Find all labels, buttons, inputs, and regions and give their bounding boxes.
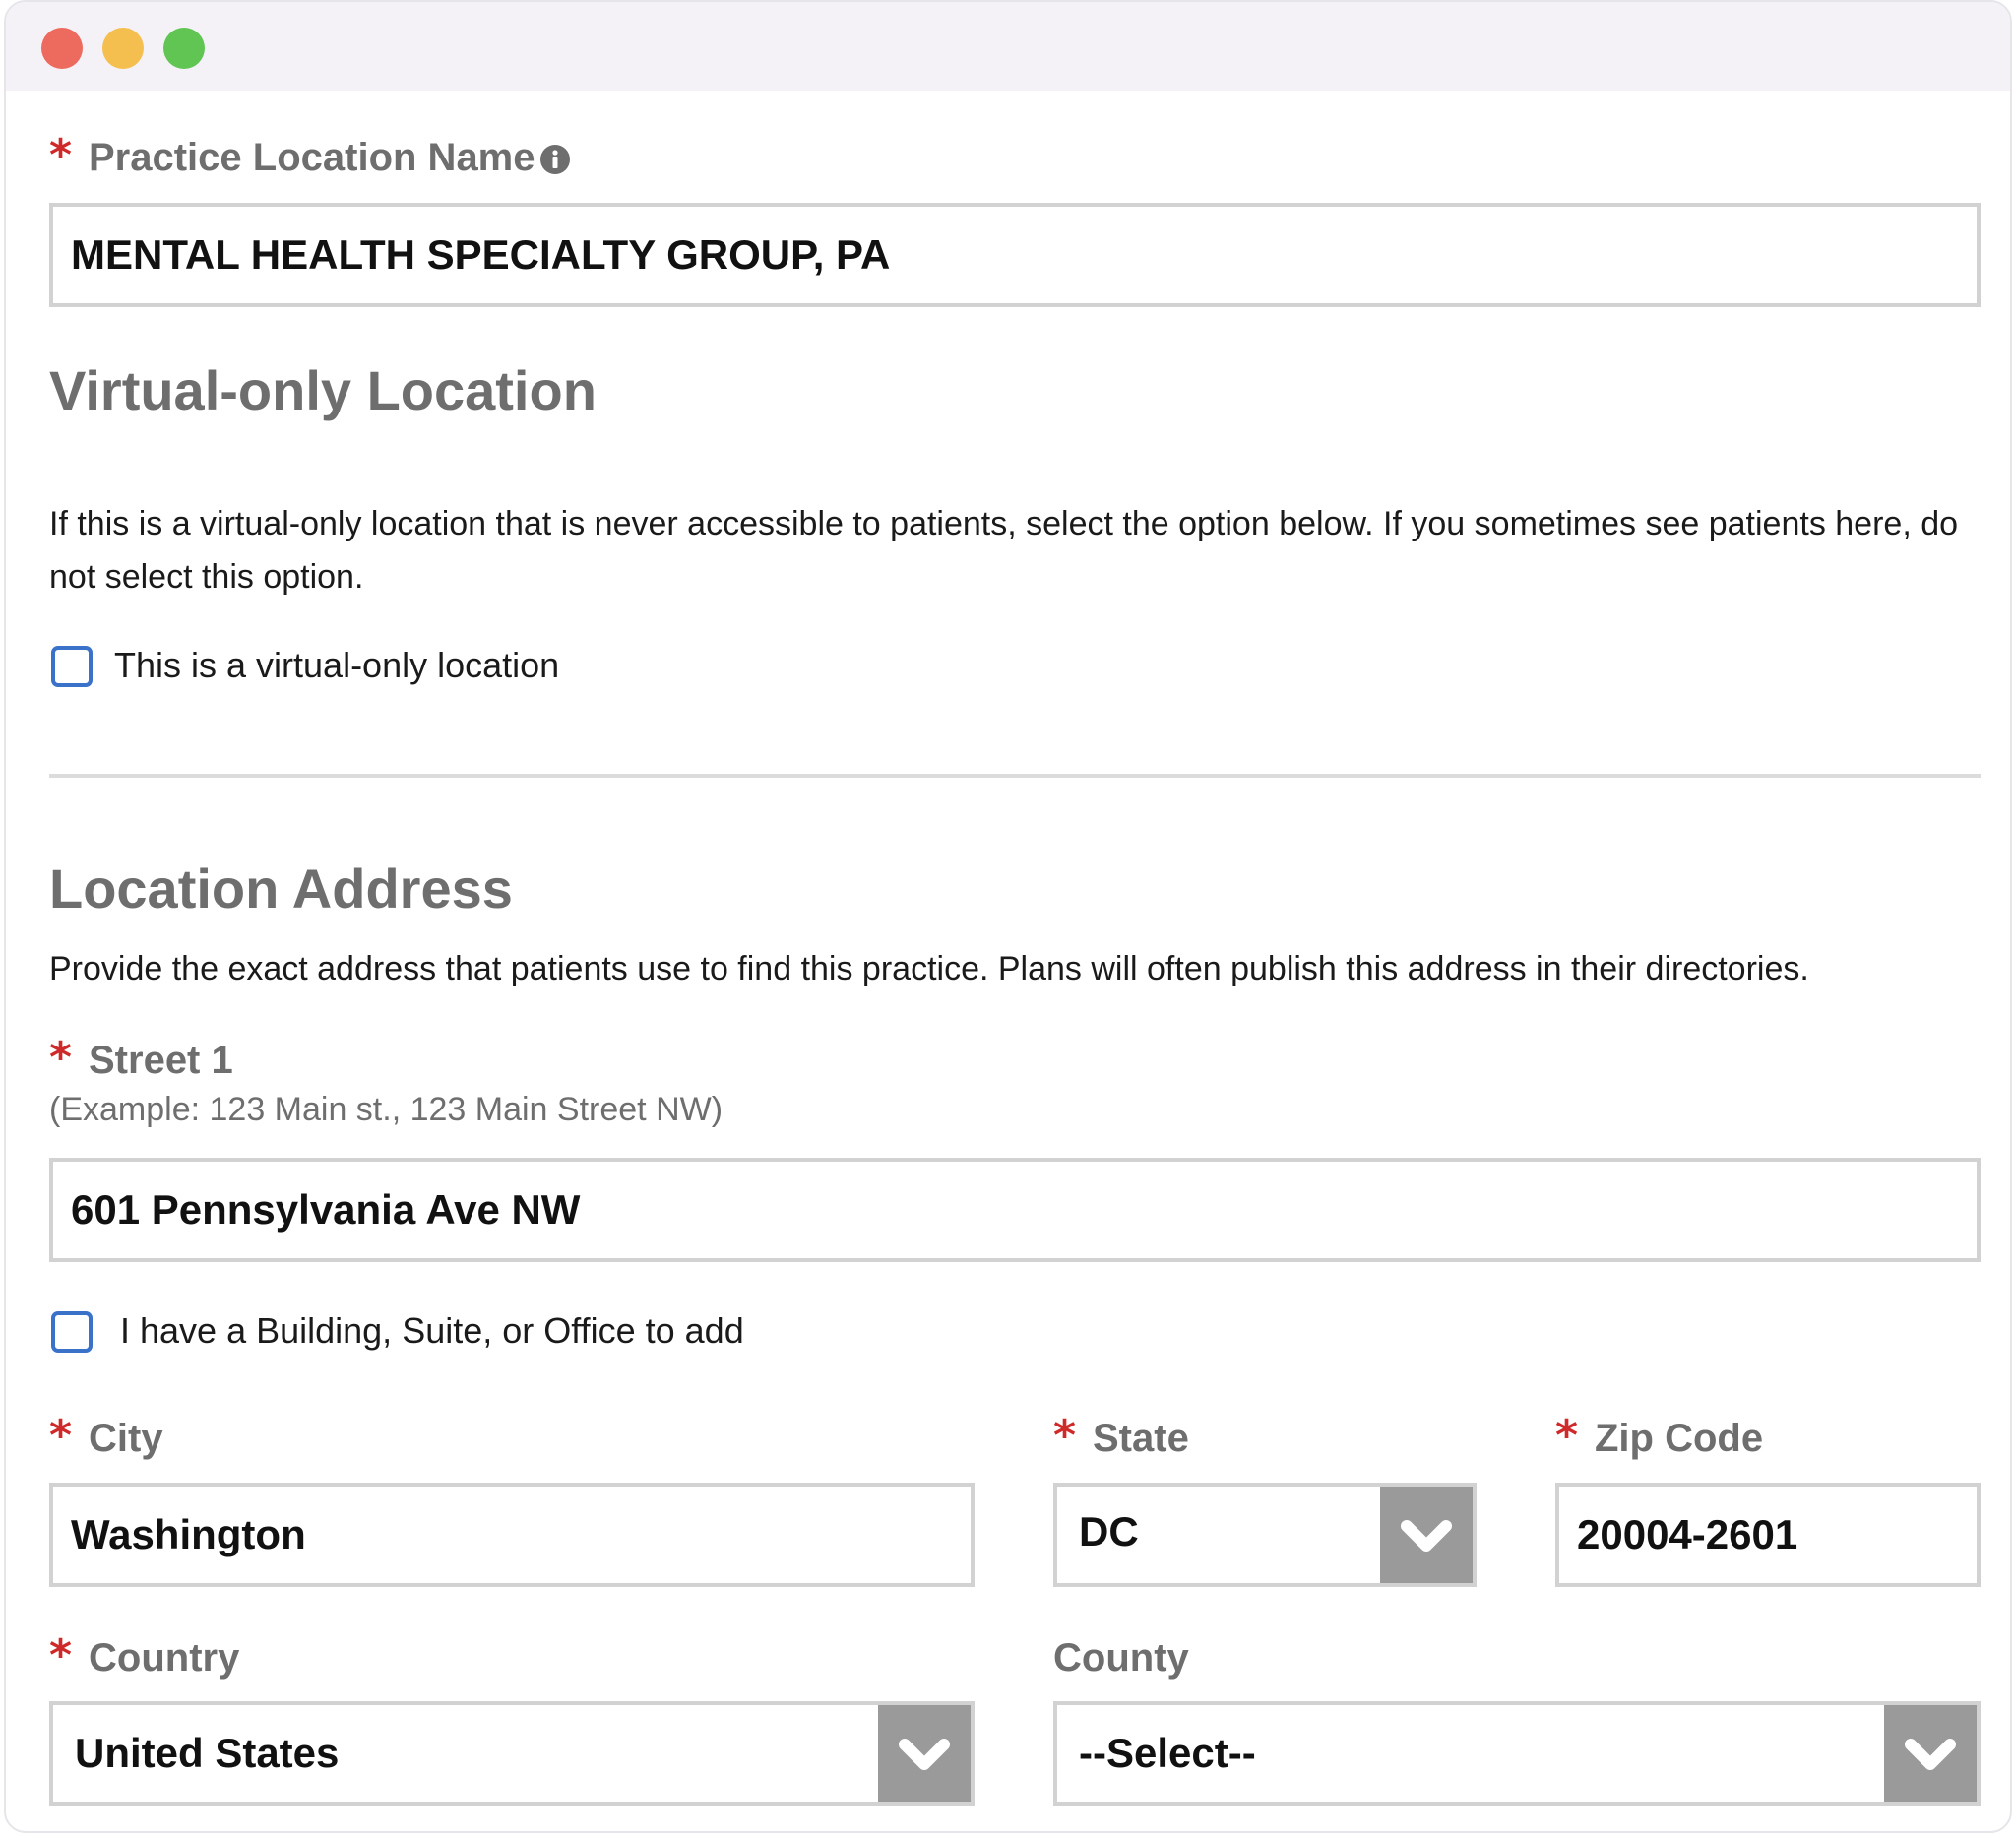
required-marker: * — [1555, 1411, 1579, 1461]
country-label: Country — [89, 1636, 240, 1680]
street1-value: 601 Pennsylvania Ave NW — [71, 1186, 581, 1233]
suite-checkbox[interactable] — [51, 1311, 93, 1353]
location-address-description: Provide the exact address that patients … — [49, 950, 1809, 987]
zip-code-input[interactable]: 20004-2601 — [1555, 1483, 1981, 1587]
state-label: State — [1093, 1417, 1189, 1460]
street1-hint: (Example: 123 Main st., 123 Main Street … — [49, 1091, 724, 1128]
country-select[interactable]: United States — [49, 1701, 975, 1806]
county-dropdown-button[interactable] — [1884, 1705, 1977, 1802]
practice-location-name-label: Practice Location Name — [89, 136, 571, 180]
required-marker: * — [49, 1033, 73, 1083]
practice-location-name-value: MENTAL HEALTH SPECIALTY GROUP, PA — [71, 231, 891, 278]
county-select[interactable]: --Select-- — [1053, 1701, 1981, 1806]
country-dropdown-button[interactable] — [878, 1705, 971, 1802]
app-window: * Practice Location Name MENTAL HEALTH S… — [4, 0, 2012, 1833]
zip-code-value: 20004-2601 — [1577, 1511, 1798, 1557]
street1-label: Street 1 — [89, 1039, 233, 1082]
location-address-heading: Location Address — [49, 857, 513, 919]
city-value: Washington — [71, 1511, 306, 1557]
required-marker: * — [49, 1630, 73, 1680]
info-icon[interactable] — [539, 144, 571, 175]
window-titlebar — [6, 2, 2010, 91]
form-content: * Practice Location Name MENTAL HEALTH S… — [6, 91, 2010, 1831]
required-marker: * — [49, 1411, 73, 1461]
city-input[interactable]: Washington — [49, 1483, 975, 1587]
virtual-only-checkbox-label: This is a virtual-only location — [114, 645, 560, 685]
minimize-window-button[interactable] — [102, 28, 144, 69]
city-label: City — [89, 1417, 163, 1460]
chevron-down-icon — [1905, 1739, 1956, 1770]
state-value: DC — [1079, 1508, 1139, 1554]
zip-code-label: Zip Code — [1595, 1417, 1764, 1460]
required-marker: * — [1053, 1411, 1077, 1461]
street1-input[interactable]: 601 Pennsylvania Ave NW — [49, 1158, 1981, 1262]
chevron-down-icon — [899, 1739, 950, 1770]
maximize-window-button[interactable] — [163, 28, 205, 69]
county-value: --Select-- — [1079, 1730, 1256, 1776]
practice-location-name-input[interactable]: MENTAL HEALTH SPECIALTY GROUP, PA — [49, 203, 1981, 307]
section-divider — [49, 774, 1981, 778]
close-window-button[interactable] — [41, 28, 83, 69]
chevron-down-icon — [1401, 1520, 1452, 1552]
practice-location-name-label-text: Practice Location Name — [89, 136, 536, 179]
virtual-only-heading: Virtual-only Location — [49, 359, 597, 421]
virtual-only-description: If this is a virtual-only location that … — [49, 505, 1959, 596]
county-label: County — [1053, 1636, 1189, 1680]
virtual-only-checkbox[interactable] — [51, 646, 93, 687]
state-select[interactable]: DC — [1053, 1483, 1477, 1587]
country-value: United States — [75, 1730, 340, 1776]
suite-checkbox-label: I have a Building, Suite, or Office to a… — [120, 1310, 744, 1351]
state-dropdown-button[interactable] — [1380, 1487, 1473, 1583]
required-marker: * — [49, 130, 73, 180]
